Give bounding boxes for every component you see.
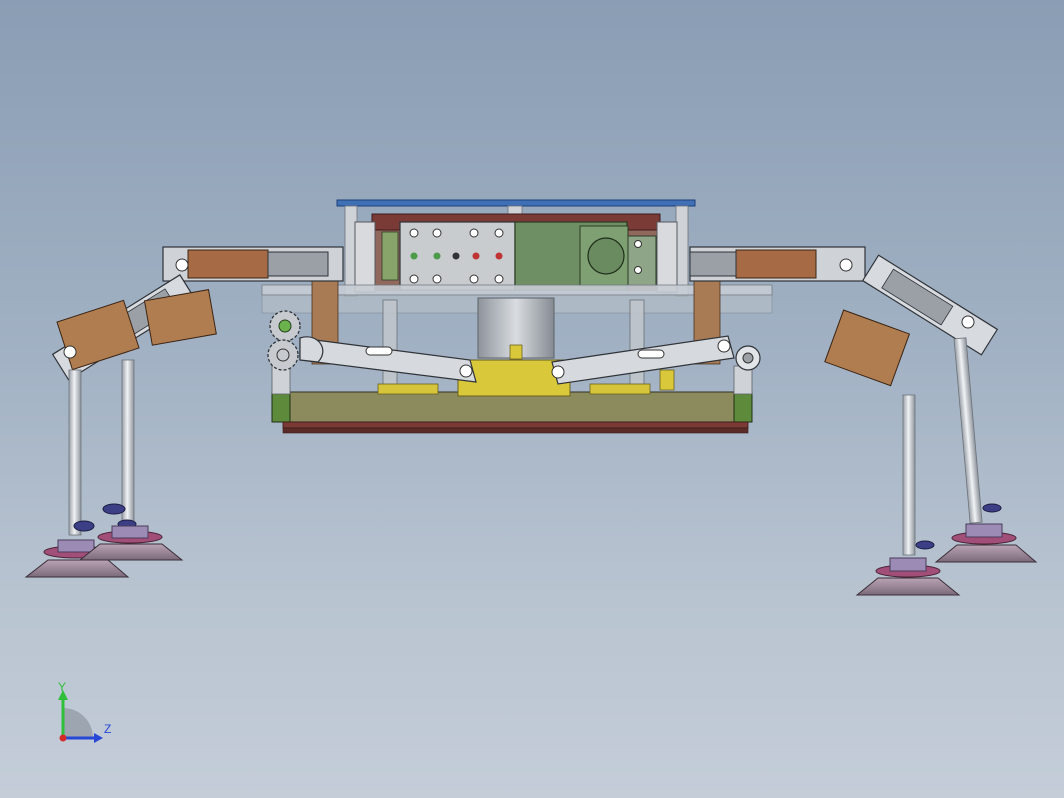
suction-pad-right-2 [934,523,1038,563]
central-body [261,199,773,434]
gear-pair [267,310,301,371]
suction-pad-right-1 [855,557,961,596]
rod-left-outer [68,369,82,536]
z-axis-label: Z [104,722,111,736]
rod-left-inner [121,359,135,523]
bottom-plate [282,421,749,429]
x-axis-dot [59,734,67,742]
cad-viewport[interactable]: Y Z [0,0,1064,798]
coordinate-triad: Y Z [58,680,111,743]
suction-pad-left-2 [78,525,184,561]
y-axis-label: Y [58,680,66,694]
valve-block-left [399,221,516,291]
rod-right-outer [953,337,983,524]
rod-right-inner [902,394,916,556]
top-plate [336,199,696,207]
gripper-model-drawing: Y Z [24,199,1038,743]
